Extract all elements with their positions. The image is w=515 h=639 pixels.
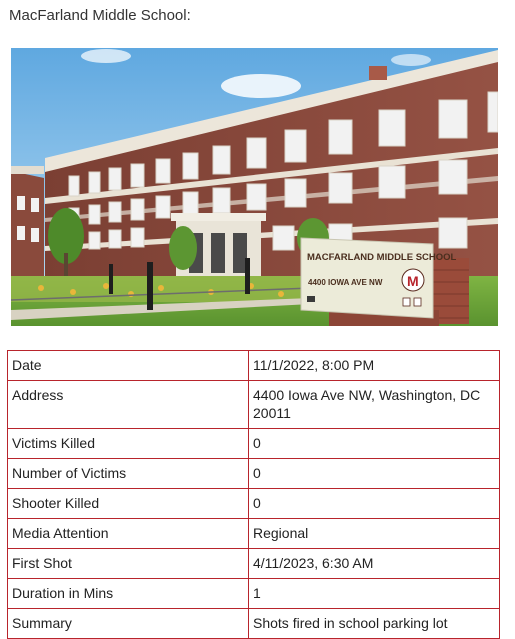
detail-label: Address — [7, 380, 249, 429]
school-logo-icon: M — [407, 273, 419, 289]
detail-label: Victims Killed — [7, 428, 249, 459]
sign-name-text: MACFARLAND MIDDLE SCHOOL — [307, 252, 457, 263]
detail-value: 4400 Iowa Ave NW, Washington, DC 20011 — [248, 380, 500, 429]
table-row: Shooter Killed 0 — [7, 488, 500, 519]
detail-value: 4/11/2023, 6:30 AM — [248, 548, 500, 579]
detail-label: Number of Victims — [7, 458, 249, 489]
detail-value: 0 — [248, 428, 500, 459]
table-row: Summary Shots fired in school parking lot — [7, 608, 500, 639]
sign-address-text: 4400 IOWA AVE NW — [308, 278, 383, 287]
table-row: First Shot 4/11/2023, 6:30 AM — [7, 548, 500, 579]
detail-label: Duration in Mins — [7, 578, 249, 609]
school-photo: MACFARLAND MIDDLE SCHOOL 4400 IOWA AVE N… — [11, 48, 498, 326]
detail-value: 0 — [248, 458, 500, 489]
detail-value: Shots fired in school parking lot — [248, 608, 500, 639]
table-row: Victims Killed 0 — [7, 428, 500, 459]
table-row: Number of Victims 0 — [7, 458, 500, 489]
page-title: MacFarland Middle School: — [9, 7, 191, 24]
detail-label: First Shot — [7, 548, 249, 579]
detail-value: 11/1/2022, 8:00 PM — [248, 350, 500, 381]
detail-value: 0 — [248, 488, 500, 519]
incident-details-table: Date 11/1/2022, 8:00 PM Address 4400 Iowa A… — [7, 350, 500, 639]
detail-value: 1 — [248, 578, 500, 609]
table-row: Address 4400 Iowa Ave NW, Washington, DC … — [7, 380, 500, 429]
detail-value: Regional — [248, 518, 500, 549]
table-row: Duration in Mins 1 — [7, 578, 500, 609]
detail-label: Summary — [7, 608, 249, 639]
table-row: Media Attention Regional — [7, 518, 500, 549]
detail-label: Date — [7, 350, 249, 381]
detail-label: Media Attention — [7, 518, 249, 549]
table-row: Date 11/1/2022, 8:00 PM — [7, 350, 500, 381]
detail-label: Shooter Killed — [7, 488, 249, 519]
